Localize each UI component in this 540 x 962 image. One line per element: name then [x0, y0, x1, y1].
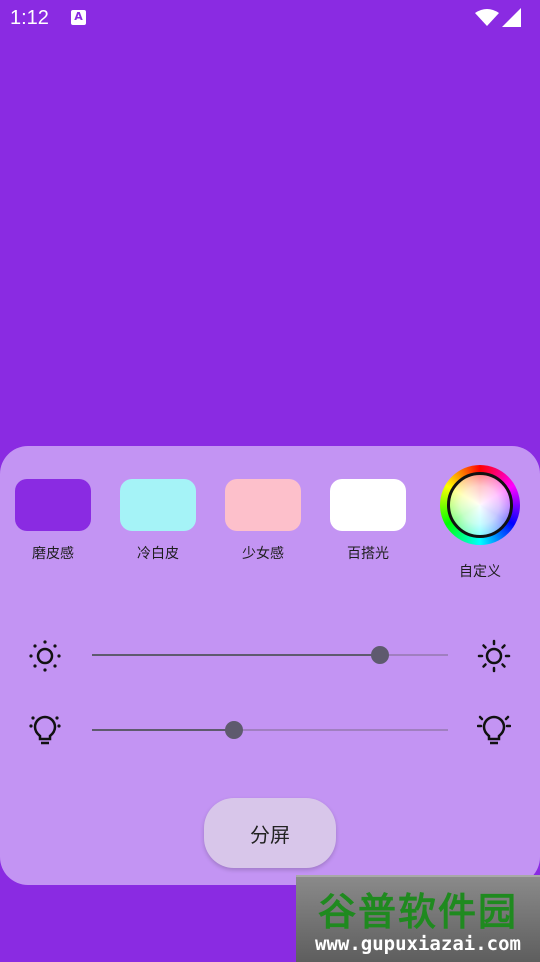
- preset-swatch[interactable]: [225, 479, 301, 531]
- preset-label: 冷白皮: [137, 546, 179, 562]
- light-slider-row: [0, 710, 540, 750]
- watermark-brand: 谷普软件园: [317, 890, 518, 934]
- brightness-high-icon: [477, 639, 511, 673]
- color-wheel-center: [447, 472, 513, 538]
- preset-shaonv[interactable]: 少女感: [225, 479, 301, 562]
- brightness-slider-row: [0, 635, 540, 675]
- status-time: 1:12: [10, 7, 49, 29]
- color-wheel-icon[interactable]: [440, 465, 520, 545]
- preset-label: 磨皮感: [32, 546, 74, 562]
- watermark-logo: 谷普软件园 www.gupuxiazai.com: [296, 875, 540, 962]
- light-track[interactable]: [92, 721, 448, 739]
- wifi-icon: [475, 9, 499, 26]
- status-bar: 1:12 A: [0, 0, 540, 38]
- preset-custom[interactable]: 自定义: [440, 465, 520, 580]
- split-screen-button[interactable]: 分屏: [204, 798, 336, 868]
- light-thumb[interactable]: [225, 721, 244, 739]
- preset-swatch[interactable]: [330, 479, 406, 531]
- preset-baidaguang[interactable]: 百搭光: [330, 479, 406, 562]
- brightness-low-icon: [29, 640, 61, 672]
- preset-mopi[interactable]: 磨皮感: [15, 479, 91, 562]
- custom-label: 自定义: [459, 564, 501, 580]
- lightbulb-dim-icon: [29, 715, 61, 745]
- preset-label: 少女感: [242, 546, 284, 562]
- a-text-icon: A: [71, 10, 86, 25]
- brightness-track-fill: [92, 654, 381, 656]
- a-text-icon-glyph: A: [74, 10, 83, 23]
- preset-swatch[interactable]: [15, 479, 91, 531]
- cell-signal-icon: [502, 8, 521, 27]
- lightbulb-bright-icon: [477, 715, 511, 745]
- brightness-thumb[interactable]: [371, 646, 390, 664]
- watermark-url: www.gupuxiazai.com: [315, 933, 521, 955]
- preset-swatch[interactable]: [120, 479, 196, 531]
- preset-lengbaipi[interactable]: 冷白皮: [120, 479, 196, 562]
- filter-panel: 磨皮感 冷白皮 少女感 百搭光 自定义 分屏: [0, 446, 540, 885]
- preset-label: 百搭光: [347, 546, 389, 562]
- light-track-fill: [92, 729, 235, 731]
- brightness-track[interactable]: [92, 646, 448, 664]
